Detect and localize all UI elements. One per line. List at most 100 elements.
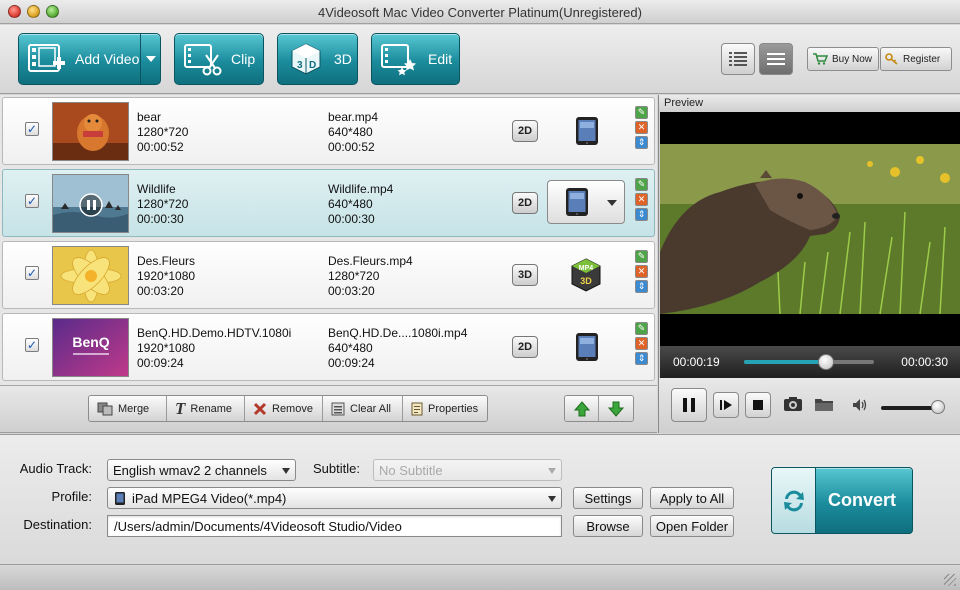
mp4-3d-top-label: MP4 — [579, 265, 594, 272]
browse-button[interactable]: Browse — [573, 515, 643, 537]
delete-row-icon[interactable]: ✕ — [635, 121, 648, 134]
profile-dropdown[interactable] — [547, 180, 625, 224]
arrow-down-icon — [608, 401, 624, 417]
current-time: 00:00:19 — [673, 355, 720, 369]
playback-controls — [659, 378, 960, 433]
source-info: bear 1280*720 00:00:52 — [137, 110, 188, 155]
source-resolution: 1920*1080 — [137, 341, 196, 355]
output-name: bear.mp4 — [328, 110, 379, 124]
reorder-row-icon[interactable]: ⇕ — [635, 280, 648, 293]
chevron-down-icon — [548, 496, 556, 502]
row-tools: ✎ ✕ ⇕ — [635, 178, 649, 223]
edit-film-icon — [380, 41, 420, 77]
convert-button[interactable]: Convert — [771, 467, 913, 534]
file-checkbox[interactable]: ✓ — [25, 338, 39, 352]
volume-icon[interactable] — [852, 398, 868, 415]
merge-icon — [97, 402, 113, 415]
ipad-device-icon — [564, 187, 590, 217]
merge-button[interactable]: Merge — [89, 396, 167, 421]
stop-icon — [753, 400, 763, 410]
remove-label: Remove — [272, 402, 313, 415]
subtitle-select: No Subtitle — [373, 459, 562, 481]
edit-row-icon[interactable]: ✎ — [635, 322, 648, 335]
edit-row-icon[interactable]: ✎ — [635, 178, 648, 191]
3d-cube-icon: 3D — [286, 41, 326, 77]
3d-button[interactable]: 3D 3D — [277, 33, 358, 85]
reorder-row-icon[interactable]: ⇕ — [635, 352, 648, 365]
reorder-row-icon[interactable]: ⇕ — [635, 136, 648, 149]
volume-handle[interactable] — [931, 400, 946, 414]
profile-select[interactable]: iPad MPEG4 Video(*.mp4) — [107, 487, 562, 509]
seek-handle[interactable] — [817, 354, 834, 370]
step-forward-button[interactable] — [713, 392, 739, 418]
register-button[interactable]: Register — [880, 47, 952, 71]
add-video-dropdown[interactable] — [140, 34, 160, 84]
add-video-button[interactable]: Add Video — [18, 33, 161, 85]
mp4-3d-format-icon[interactable]: MP4 3D — [570, 258, 602, 292]
ipad-device-icon[interactable] — [574, 116, 600, 146]
audio-track-select[interactable]: English wmav2 2 channels — [107, 459, 296, 481]
output-resolution: 640*480 — [328, 197, 373, 211]
preview-video-frame — [660, 112, 960, 346]
file-row-bear[interactable]: ✓ bear 1280*720 00:00:52 bear.mp4 640*48… — [2, 97, 655, 165]
stop-button[interactable] — [745, 392, 771, 418]
edit-button[interactable]: Edit — [371, 33, 460, 85]
document-icon — [411, 402, 423, 415]
row-tools: ✎ ✕ ⇕ — [635, 322, 649, 367]
pause-button[interactable] — [671, 388, 707, 422]
chevron-down-icon — [145, 56, 156, 62]
open-folder-button[interactable]: Open Folder — [650, 515, 734, 537]
video-thumbnail-des-fleurs — [52, 246, 129, 305]
source-resolution: 1280*720 — [137, 125, 189, 139]
edit-label: Edit — [428, 51, 453, 67]
output-info: bear.mp4 640*480 00:00:52 — [328, 110, 378, 155]
2d-3d-toggle[interactable]: 2D — [512, 192, 538, 214]
settings-button[interactable]: Settings — [573, 487, 643, 509]
chevron-down-icon — [607, 200, 617, 206]
move-buttons — [564, 395, 634, 422]
audio-track-value: English wmav2 2 channels — [113, 463, 267, 478]
folder-icon[interactable] — [814, 396, 834, 415]
delete-row-icon[interactable]: ✕ — [635, 337, 648, 350]
delete-row-icon[interactable]: ✕ — [635, 193, 648, 206]
output-duration: 00:03:20 — [328, 284, 375, 298]
preview-screen[interactable] — [660, 112, 960, 346]
chevron-down-icon — [548, 468, 556, 474]
compact-view-button[interactable] — [759, 43, 793, 75]
clear-all-button[interactable]: Clear All — [323, 396, 403, 421]
subtitle-value: No Subtitle — [379, 463, 443, 478]
move-up-button[interactable] — [565, 396, 599, 421]
ipad-device-icon[interactable] — [574, 332, 600, 362]
file-list: ✓ bear 1280*720 00:00:52 bear.mp4 640*48… — [0, 95, 657, 385]
clip-button[interactable]: Clip — [174, 33, 264, 85]
edit-row-icon[interactable]: ✎ — [635, 106, 648, 119]
list-actions: Merge T Rename Remove Clear All Properti… — [88, 395, 488, 422]
svg-text:D: D — [309, 60, 316, 71]
file-checkbox[interactable]: ✓ — [25, 266, 39, 280]
2d-3d-toggle[interactable]: 3D — [512, 264, 538, 286]
output-name: Wildlife.mp4 — [328, 182, 394, 196]
resize-grip[interactable] — [944, 574, 956, 586]
move-down-button[interactable] — [599, 396, 633, 421]
properties-button[interactable]: Properties — [403, 396, 487, 421]
2d-3d-toggle[interactable]: 2D — [512, 336, 538, 358]
buy-now-button[interactable]: Buy Now — [807, 47, 879, 71]
file-checkbox[interactable]: ✓ — [25, 122, 39, 136]
key-icon — [885, 53, 898, 65]
edit-row-icon[interactable]: ✎ — [635, 250, 648, 263]
delete-row-icon[interactable]: ✕ — [635, 265, 648, 278]
destination-input[interactable]: /Users/admin/Documents/4Videosoft Studio… — [107, 515, 562, 537]
list-view-button[interactable] — [721, 43, 755, 75]
snapshot-icon[interactable] — [783, 396, 803, 415]
reorder-row-icon[interactable]: ⇕ — [635, 208, 648, 221]
seek-track[interactable] — [744, 360, 874, 364]
file-checkbox[interactable]: ✓ — [25, 194, 39, 208]
file-row-benq[interactable]: ✓ BenQ BenQ.HD.Demo.HDTV.1080i 1920*1080… — [2, 313, 655, 381]
scissors-film-icon — [183, 41, 223, 77]
2d-3d-toggle[interactable]: 2D — [512, 120, 538, 142]
remove-button[interactable]: Remove — [245, 396, 323, 421]
rename-button[interactable]: T Rename — [167, 396, 245, 421]
file-row-wildlife[interactable]: ✓ Wildlife 1280*720 00:00:30 Wildlife.mp… — [2, 169, 655, 237]
file-row-des-fleurs[interactable]: ✓ Des.Fleurs 1920*1080 00:03:20 Des.Fleu… — [2, 241, 655, 309]
apply-to-all-button[interactable]: Apply to All — [650, 487, 734, 509]
